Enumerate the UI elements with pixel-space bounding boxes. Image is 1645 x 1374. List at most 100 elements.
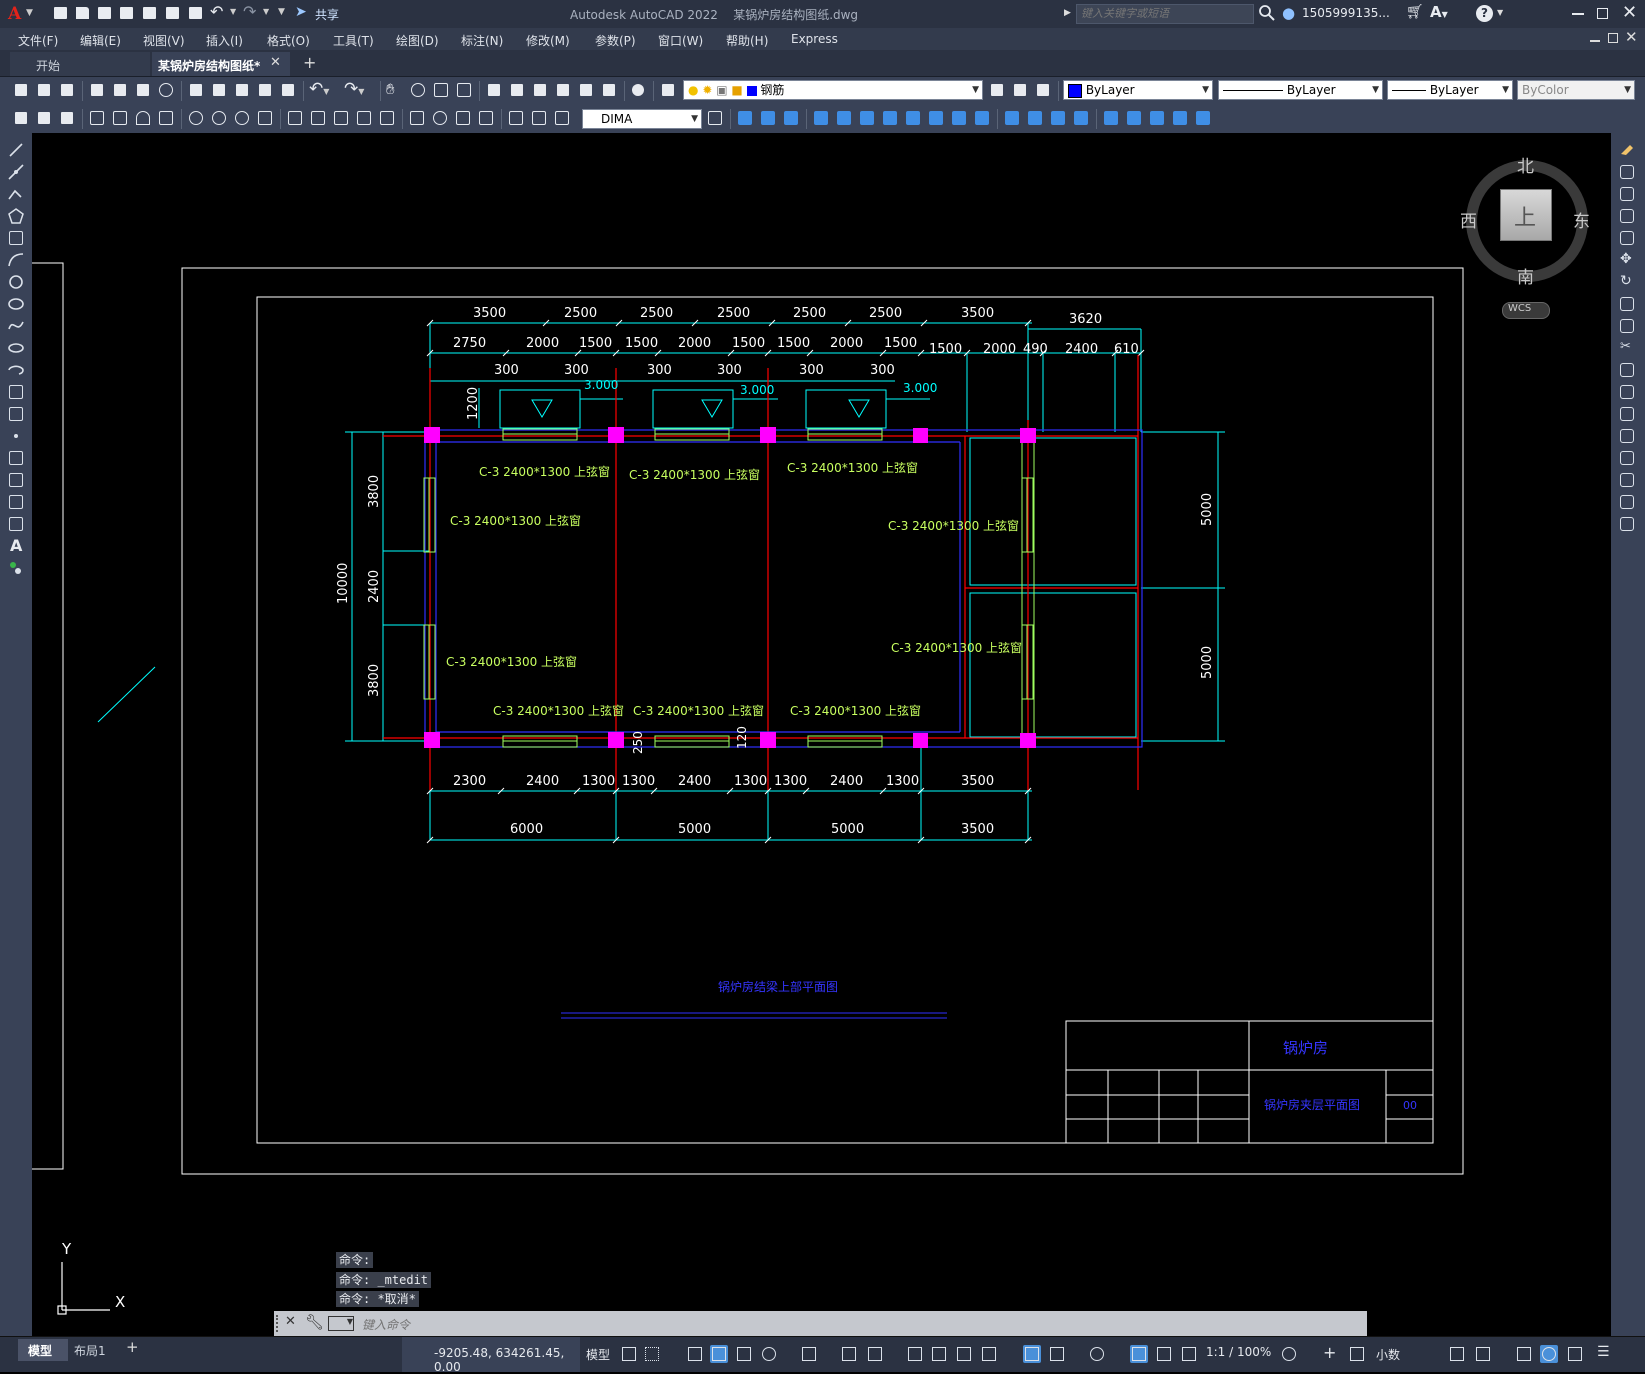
publish-icon[interactable]	[134, 81, 152, 99]
ortho-icon[interactable]	[735, 1345, 753, 1363]
copy-right-icon[interactable]	[1618, 163, 1636, 181]
close-icon[interactable]: ✕	[1622, 2, 1637, 23]
print-preview-icon[interactable]	[111, 81, 129, 99]
dynamic-input-icon[interactable]	[710, 1345, 728, 1363]
menu-insert[interactable]: 插入(I)	[206, 32, 243, 49]
doc-minimize-icon[interactable]	[1590, 40, 1600, 42]
model-space-toggle[interactable]: 模型	[586, 1346, 610, 1363]
menu-express[interactable]: Express	[791, 32, 838, 46]
help-question-icon[interactable]	[629, 81, 647, 99]
color-dropdown[interactable]: ByLayer ▼	[1063, 80, 1213, 100]
tab-model[interactable]: 模型	[18, 1339, 68, 1361]
dynamic-ucs-icon[interactable]	[1023, 1345, 1041, 1363]
spline-icon[interactable]	[7, 317, 25, 335]
dimstyle-dropdown[interactable]: DIMA ▼	[582, 109, 702, 129]
stretch-right-icon[interactable]	[1618, 317, 1636, 335]
offset-right-icon[interactable]	[1618, 207, 1636, 225]
wcs-menu[interactable]: WCS	[1502, 302, 1550, 319]
infocenter-expand-icon[interactable]: ▶	[1064, 8, 1071, 18]
help-icon[interactable]: ?	[1476, 5, 1493, 22]
units-value[interactable]: 小数	[1376, 1346, 1400, 1363]
break-right-icon[interactable]	[1618, 383, 1636, 401]
diameter-dim-icon[interactable]	[233, 109, 251, 127]
layer-previous-icon[interactable]	[1011, 81, 1029, 99]
menu-edit[interactable]: 编辑(E)	[80, 32, 121, 49]
construction-line-icon[interactable]	[7, 163, 25, 181]
rotate-right-icon[interactable]: ↻	[1618, 273, 1636, 291]
object-snap-icon[interactable]	[866, 1345, 884, 1363]
menu-modify[interactable]: 修改(M)	[526, 32, 570, 49]
zoom-window-icon[interactable]	[432, 81, 450, 99]
hardware-acceleration-icon[interactable]	[1540, 1345, 1558, 1363]
minimize-icon[interactable]	[1572, 13, 1584, 15]
join-right-icon[interactable]	[1618, 427, 1636, 445]
linetype-dropdown[interactable]: ByLayer ▼	[1218, 80, 1383, 100]
reverse-icon[interactable]	[1171, 109, 1189, 127]
annotation-visibility-icon[interactable]	[1130, 1345, 1148, 1363]
radius-dim-icon[interactable]	[187, 109, 205, 127]
open-web-icon[interactable]	[141, 5, 159, 21]
trim-right-icon[interactable]: ✂	[1618, 339, 1636, 357]
add-layout-button[interactable]: +	[126, 1338, 139, 1356]
block-icon[interactable]	[12, 109, 30, 127]
revision-cloud-icon[interactable]	[7, 295, 25, 313]
ellipse-icon[interactable]	[7, 339, 25, 357]
fillet-icon[interactable]	[1072, 109, 1090, 127]
rotate-icon[interactable]	[881, 109, 899, 127]
redo-arrow-icon[interactable]: ↷▼	[344, 79, 374, 99]
snap-icon[interactable]	[643, 1345, 661, 1363]
break-icon[interactable]	[1003, 109, 1021, 127]
tab-close-icon[interactable]: ✕	[270, 55, 281, 70]
dim-edit-icon[interactable]	[507, 109, 525, 127]
align-icon[interactable]	[1148, 109, 1166, 127]
break-at-point-right-icon[interactable]	[1618, 405, 1636, 423]
isodraft-icon[interactable]	[800, 1345, 818, 1363]
annotation-monitor-icon[interactable]: +	[1320, 1343, 1338, 1363]
cut-icon[interactable]	[187, 81, 205, 99]
array-right-icon[interactable]	[1618, 229, 1636, 247]
doc-close-icon[interactable]: ✕	[1625, 28, 1638, 46]
move-right-icon[interactable]: ✥	[1618, 251, 1636, 269]
viewcube-top-face[interactable]: 上	[1500, 189, 1552, 241]
menu-window[interactable]: 窗口(W)	[658, 32, 703, 49]
extend-icon[interactable]	[973, 109, 991, 127]
make-block-icon[interactable]	[7, 405, 25, 423]
blend-right-icon[interactable]	[1618, 493, 1636, 511]
polyline-icon[interactable]	[7, 185, 25, 203]
grid-icon[interactable]	[620, 1345, 638, 1363]
sheet-set-icon[interactable]	[554, 81, 572, 99]
drawing-canvas[interactable]: 3500 2500 2500 2500 2500 2500 3500 3620 …	[32, 133, 1611, 1336]
arc-icon[interactable]	[7, 251, 25, 269]
quick-dim-icon[interactable]	[286, 109, 304, 127]
tolerance-icon[interactable]	[408, 109, 426, 127]
move-icon[interactable]	[858, 109, 876, 127]
paste-icon[interactable]	[233, 81, 251, 99]
line-icon[interactable]	[7, 141, 25, 159]
print-icon[interactable]	[88, 81, 106, 99]
arc-length-icon[interactable]	[134, 109, 152, 127]
rectangle-icon[interactable]	[7, 229, 25, 247]
circle-icon[interactable]	[7, 273, 25, 291]
design-center-icon[interactable]	[508, 81, 526, 99]
isolate-objects-icon[interactable]	[1515, 1345, 1533, 1363]
menu-format[interactable]: 格式(O)	[267, 32, 310, 49]
layer-states-icon[interactable]	[1034, 81, 1052, 99]
copy-object-icon[interactable]	[759, 109, 777, 127]
erase-icon[interactable]	[736, 109, 754, 127]
undo-arrow-icon[interactable]: ↶▼	[309, 79, 339, 99]
plot-icon[interactable]	[187, 5, 205, 21]
layer-properties-icon[interactable]	[659, 81, 677, 99]
save-web-icon[interactable]	[164, 5, 182, 21]
fillet-right-icon[interactable]	[1618, 471, 1636, 489]
new-tab-button[interactable]: +	[303, 53, 316, 72]
clean-screen-icon[interactable]	[1566, 1345, 1584, 1363]
copy-icon[interactable]	[210, 81, 228, 99]
polygon-icon[interactable]	[7, 207, 25, 225]
gradient-icon[interactable]	[7, 471, 25, 489]
menu-help[interactable]: 帮助(H)	[726, 32, 768, 49]
region-icon[interactable]	[7, 493, 25, 511]
redo-icon[interactable]: ↷ ▼	[243, 2, 273, 21]
dim-text-edit-icon[interactable]	[530, 109, 548, 127]
mirror-icon[interactable]	[782, 109, 800, 127]
new-icon[interactable]	[52, 5, 70, 21]
